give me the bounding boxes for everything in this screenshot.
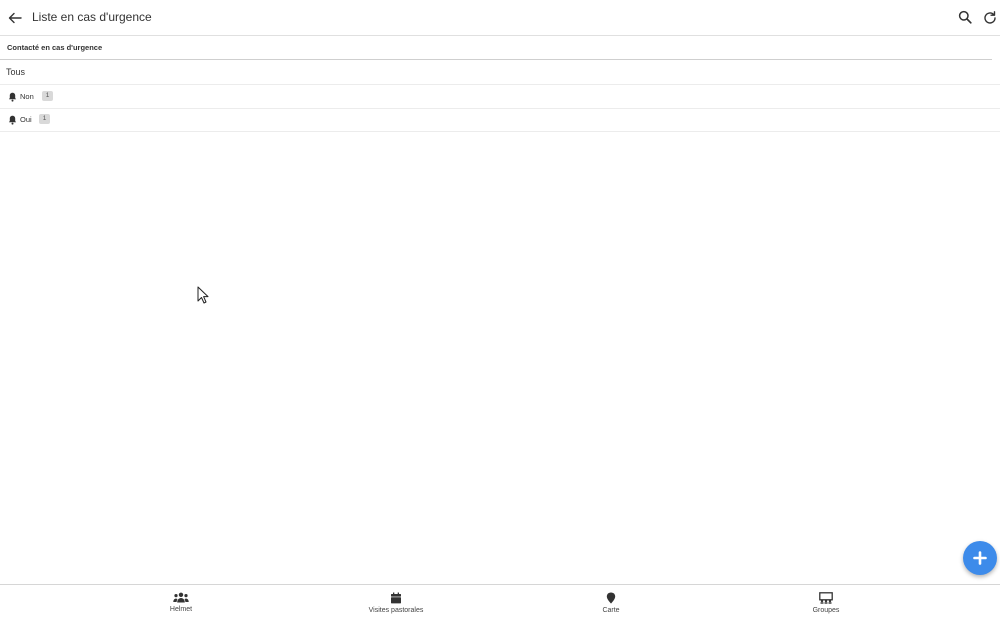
filter-option-non[interactable]: Non 1 <box>0 85 1000 109</box>
mouse-cursor-icon <box>197 286 209 304</box>
nav-label: Groupes <box>812 607 840 614</box>
search-button[interactable] <box>958 10 974 26</box>
arrow-left-icon <box>8 12 22 24</box>
bell-icon <box>8 92 17 102</box>
nav-item-groupes[interactable]: Groupes <box>736 585 916 623</box>
page-title: Liste en cas d'urgence <box>32 10 152 24</box>
people-icon <box>173 592 189 603</box>
calendar-icon <box>391 592 401 604</box>
nav-label: Visites pastorales <box>368 607 424 614</box>
count-badge: 1 <box>42 91 53 101</box>
nav-label: Helmet <box>169 606 193 613</box>
nav-item-carte[interactable]: Carte <box>521 585 701 623</box>
refresh-button[interactable] <box>982 10 1000 26</box>
bell-icon <box>8 115 17 125</box>
filter-option-label: Non <box>20 92 34 101</box>
search-icon <box>958 10 972 24</box>
bottom-navigation: Helmet Visites pastorales Carte Groupes <box>0 584 1000 624</box>
filter-option-label: Tous <box>6 67 26 77</box>
filter-option-label: Oui <box>20 115 32 124</box>
back-button[interactable] <box>6 8 24 28</box>
filter-group-title: Contacté en cas d'urgence <box>7 43 103 52</box>
nav-item-helmet[interactable]: Helmet <box>91 585 271 623</box>
nav-label: Carte <box>602 607 620 614</box>
refresh-icon <box>984 11 996 24</box>
add-button[interactable] <box>963 541 997 575</box>
app-bar: Liste en cas d'urgence <box>0 0 1000 36</box>
count-badge: 1 <box>39 114 50 124</box>
filter-option-all[interactable]: Tous <box>0 61 1000 85</box>
plus-icon <box>973 551 987 565</box>
map-pin-icon <box>606 592 616 604</box>
nav-item-visites-pastorales[interactable]: Visites pastorales <box>306 585 486 623</box>
groups-icon <box>819 592 833 604</box>
filter-group-header: Contacté en cas d'urgence <box>0 36 992 60</box>
filter-option-oui[interactable]: Oui 1 <box>0 108 1000 132</box>
